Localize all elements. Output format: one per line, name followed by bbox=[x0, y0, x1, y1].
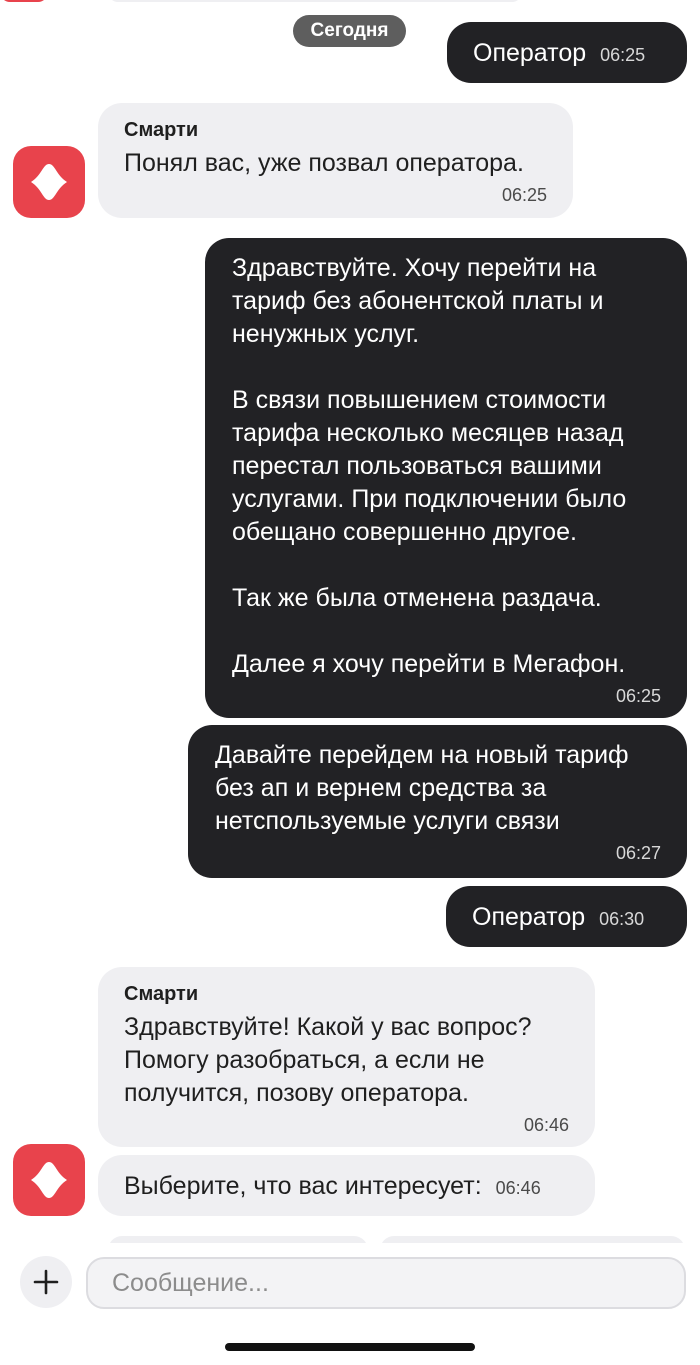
message-time: 06:25 bbox=[600, 45, 646, 65]
home-indicator bbox=[225, 1343, 475, 1351]
message-time: 06:27 bbox=[615, 843, 661, 863]
message-text: Здравствуйте! Какой у вас вопрос? Помогу… bbox=[124, 1013, 532, 1107]
message-text: Здравствуйте. Хочу перейти на тариф без … bbox=[232, 254, 627, 678]
message-bubble-incoming[interactable]: Выберите, что вас интересует: 06:46 bbox=[98, 1155, 595, 1216]
message-time: 06:30 bbox=[599, 909, 645, 929]
composer-bar bbox=[0, 1243, 700, 1365]
bot-avatar[interactable] bbox=[13, 1144, 85, 1216]
attach-button[interactable] bbox=[20, 1256, 72, 1308]
smarty-logo-icon bbox=[31, 164, 67, 200]
message-bubble-incoming[interactable]: Смарти Понял вас, уже позвал оператора. … bbox=[98, 103, 573, 218]
plus-icon bbox=[33, 1269, 59, 1295]
message-time: 06:25 bbox=[615, 686, 661, 706]
message-text: Понял вас, уже позвал оператора. bbox=[124, 149, 524, 177]
previous-avatar-edge bbox=[0, 0, 48, 2]
message-time: 06:46 bbox=[495, 1178, 541, 1198]
message-sender: Смарти bbox=[124, 119, 199, 141]
message-bubble-outgoing[interactable]: Оператор 06:30 bbox=[446, 886, 687, 947]
bot-avatar[interactable] bbox=[13, 146, 85, 218]
message-text: Оператор bbox=[472, 903, 586, 931]
message-text: Давайте перейдем на новый тариф без ап и… bbox=[215, 741, 629, 835]
previous-bubble-edge bbox=[108, 0, 522, 2]
message-time: 06:25 bbox=[501, 185, 547, 205]
message-bubble-outgoing[interactable]: Оператор 06:25 bbox=[447, 22, 687, 83]
smarty-logo-icon bbox=[31, 1162, 67, 1198]
message-bubble-outgoing[interactable]: Давайте перейдем на новый тариф без ап и… bbox=[188, 725, 687, 878]
message-text: Оператор bbox=[473, 39, 587, 67]
message-text: Выберите, что вас интересует: bbox=[124, 1172, 482, 1200]
message-bubble-incoming[interactable]: Смарти Здравствуйте! Какой у вас вопрос?… bbox=[98, 967, 595, 1147]
message-bubble-outgoing[interactable]: Здравствуйте. Хочу перейти на тариф без … bbox=[205, 238, 687, 718]
date-divider: Сегодня bbox=[293, 15, 406, 47]
message-sender: Смарти bbox=[124, 983, 199, 1005]
message-input[interactable] bbox=[86, 1257, 686, 1309]
message-time: 06:46 bbox=[523, 1115, 569, 1135]
